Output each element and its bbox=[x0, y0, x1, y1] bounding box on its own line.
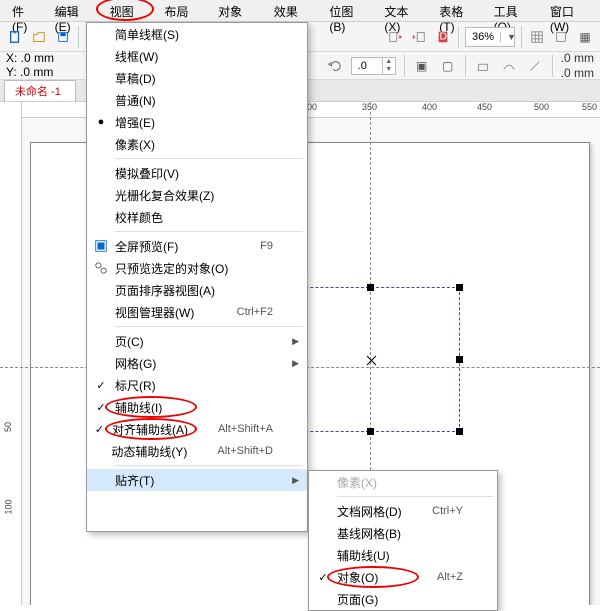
menu-item-g2-0[interactable]: 模拟叠印(V) bbox=[87, 162, 307, 184]
menu-item-snap-6[interactable]: 页面(G) bbox=[309, 588, 497, 610]
export-icon[interactable] bbox=[410, 28, 428, 46]
menu-text[interactable]: 文本(X) bbox=[376, 0, 431, 21]
size-readout: .0 mm .0 mm bbox=[561, 51, 594, 80]
menu-item-g4-5[interactable]: 动态辅助线(Y)Alt+Shift+D bbox=[87, 440, 307, 462]
menu-item-g3-2[interactable]: 页面排序器视图(A) bbox=[87, 279, 307, 301]
menu-item-g3-0[interactable]: 全屏预览(F)F9 bbox=[87, 235, 307, 257]
menu-item-g1-0[interactable]: 简单线框(S) bbox=[87, 23, 307, 45]
menu-item-g1-1[interactable]: 线框(W) bbox=[87, 45, 307, 67]
menu-object[interactable]: 对象(C) bbox=[210, 0, 266, 21]
menu-tools[interactable]: 工具(O) bbox=[486, 0, 542, 21]
view-menu-dropdown: 简单线框(S)线框(W)草稿(D)普通(N)●增强(E)像素(X) 模拟叠印(V)… bbox=[86, 22, 308, 532]
menu-window[interactable]: 窗口(W) bbox=[542, 0, 600, 21]
grid-icon[interactable] bbox=[528, 28, 546, 46]
menu-item-snap-0[interactable]: 像素(X) bbox=[309, 471, 497, 493]
menu-item-g2-2[interactable]: 校样颜色 bbox=[87, 206, 307, 228]
menu-item-g2-1[interactable]: 光栅化复合效果(Z) bbox=[87, 184, 307, 206]
menu-item-g4-4[interactable]: ✓对齐辅助线(A)Alt+Shift+A bbox=[87, 418, 307, 440]
angle-input[interactable]: .0 ▲▼ bbox=[351, 57, 396, 75]
menu-layout[interactable]: 布局(L) bbox=[157, 0, 211, 21]
menu-item-g3-3[interactable]: 视图管理器(W)Ctrl+F2 bbox=[87, 301, 307, 323]
menu-item-g1-4[interactable]: ●增强(E) bbox=[87, 111, 307, 133]
svg-text:PDF: PDF bbox=[436, 30, 450, 42]
curve-icon[interactable] bbox=[500, 57, 518, 75]
snap-submenu: 像素(X) 文档网格(D)Ctrl+Y基线网格(B)辅助线(U)✓对象(O)Alt… bbox=[308, 470, 498, 611]
menu-item-g5-0[interactable]: 贴齐(T)▶ bbox=[87, 469, 307, 491]
open-icon[interactable] bbox=[30, 28, 48, 46]
guides-icon[interactable] bbox=[552, 28, 570, 46]
menu-item-g1-5[interactable]: 像素(X) bbox=[87, 133, 307, 155]
new-icon[interactable] bbox=[6, 28, 24, 46]
path-icon[interactable] bbox=[474, 57, 492, 75]
menu-edit[interactable]: 编辑(E) bbox=[47, 0, 102, 21]
doc-tab-active[interactable]: 未命名 -1 bbox=[4, 80, 76, 101]
menu-item-snap-4[interactable]: 辅助线(U) bbox=[309, 544, 497, 566]
menu-bitmap[interactable]: 位图(B) bbox=[321, 0, 376, 21]
line-icon[interactable] bbox=[526, 57, 544, 75]
coord-readout: X: .0 mm Y: .0 mm bbox=[6, 52, 54, 78]
menu-item-g4-1[interactable]: 网格(G)▶ bbox=[87, 352, 307, 374]
menu-view[interactable]: 视图(V) bbox=[102, 0, 157, 21]
snap-icon[interactable]: ▦ bbox=[576, 28, 594, 46]
menu-item-g3-1[interactable]: 只预览选定的对象(O) bbox=[87, 257, 307, 279]
menu-item-g4-0[interactable]: 页(C)▶ bbox=[87, 330, 307, 352]
zoom-combo[interactable]: 36%▼ bbox=[465, 27, 515, 47]
group-icon[interactable]: ▣ bbox=[413, 57, 431, 75]
save-icon[interactable] bbox=[54, 28, 72, 46]
menu-item-g1-3[interactable]: 普通(N) bbox=[87, 89, 307, 111]
menu-item-snap-5[interactable]: ✓对象(O)Alt+Z bbox=[309, 566, 497, 588]
menu-item-snap-3[interactable]: 基线网格(B) bbox=[309, 522, 497, 544]
menu-table[interactable]: 表格(T) bbox=[431, 0, 485, 21]
import-icon[interactable] bbox=[386, 28, 404, 46]
menubar: 件(F) 编辑(E) 视图(V) 布局(L) 对象(C) 效果(C) 位图(B)… bbox=[0, 0, 600, 22]
pdf-icon[interactable]: PDF bbox=[434, 28, 452, 46]
menu-file[interactable]: 件(F) bbox=[4, 0, 47, 21]
undo-icon[interactable] bbox=[325, 57, 343, 75]
ungroup-icon[interactable]: ▢ bbox=[439, 57, 457, 75]
vertical-ruler[interactable]: 50 100 bbox=[0, 102, 22, 605]
menu-item-snap-2[interactable]: 文档网格(D)Ctrl+Y bbox=[309, 500, 497, 522]
menu-item-g4-3[interactable]: ✓辅助线(I) bbox=[87, 396, 307, 418]
menu-item-g4-2[interactable]: ✓标尺(R) bbox=[87, 374, 307, 396]
menu-effects[interactable]: 效果(C) bbox=[266, 0, 322, 21]
menu-item-g1-2[interactable]: 草稿(D) bbox=[87, 67, 307, 89]
